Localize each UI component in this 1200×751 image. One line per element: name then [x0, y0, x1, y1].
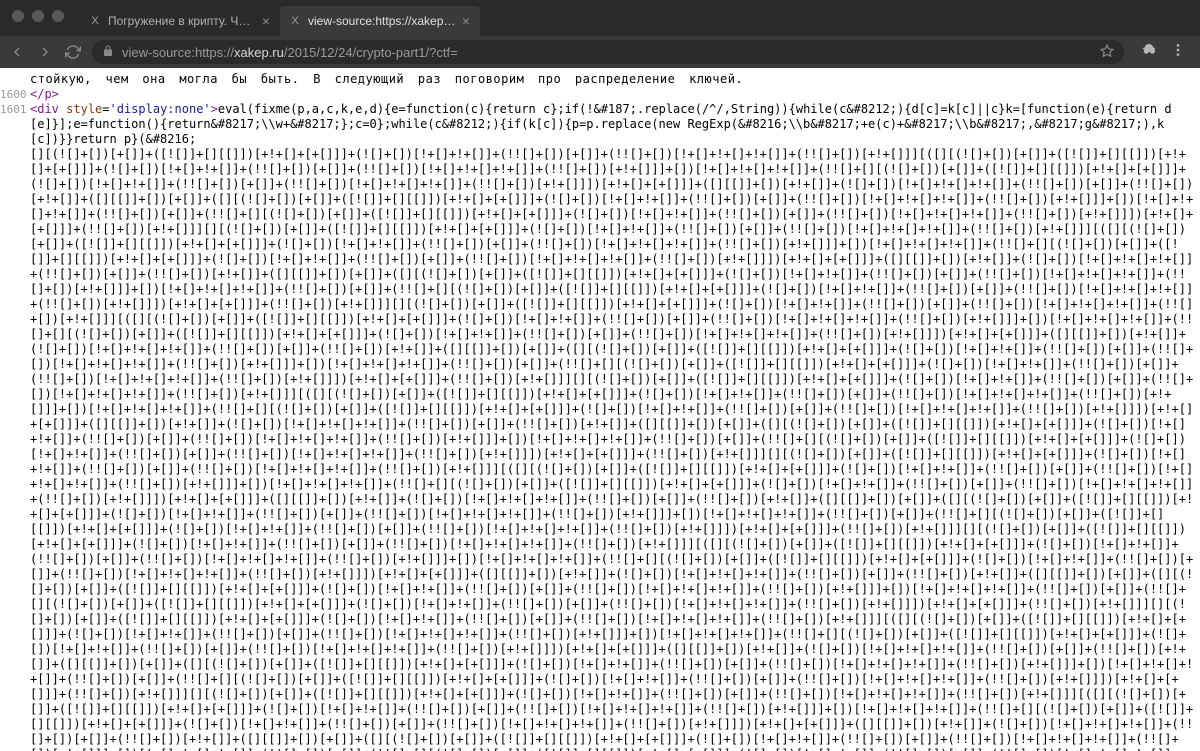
bookmark-star-icon[interactable] — [1100, 44, 1114, 61]
mac-window-controls — [12, 10, 64, 22]
url-host: xakep.ru — [234, 45, 284, 60]
favicon-icon: X — [88, 14, 102, 28]
minimize-window-button[interactable] — [32, 10, 44, 22]
open-tag: <div — [30, 102, 59, 116]
back-button[interactable] — [8, 44, 26, 60]
tabs-container: X Погружение в крипту. Часть × X view-so… — [80, 0, 480, 36]
tab-1[interactable]: X view-source:https://xakep.ru/2 × — [280, 6, 480, 36]
close-tab-icon[interactable]: × — [262, 13, 270, 29]
reload-button[interactable] — [64, 44, 82, 60]
close-window-button[interactable] — [12, 10, 24, 22]
attr-value: 'display:none' — [110, 102, 211, 116]
source-pre-line: стойкую, чем она могла бы быть. В следую… — [0, 72, 1200, 87]
closing-tag: </p> — [30, 87, 59, 101]
tab-0[interactable]: X Погружение в крипту. Часть × — [80, 6, 280, 36]
source-text: </p> — [30, 87, 1200, 102]
tag-end: > — [211, 102, 218, 116]
obfuscated-js-block: [][(![]+[])[+[]]+([![]]+[][[]])[+!+[]+[+… — [0, 147, 1200, 751]
tab-title: view-source:https://xakep.ru/2 — [308, 14, 456, 28]
line-gutter — [0, 72, 30, 87]
url-protocol: https:// — [195, 45, 234, 60]
source-text: стойкую, чем она могла бы быть. В следую… — [30, 72, 1200, 87]
view-source-content: стойкую, чем она могла бы быть. В следую… — [0, 68, 1200, 751]
source-line-1600: 1600 </p> — [0, 87, 1200, 102]
incognito-icon[interactable] — [1140, 41, 1158, 64]
toolbar-right-actions — [1134, 41, 1192, 64]
line-number: 1601 — [0, 102, 30, 147]
url-path: /2015/12/24/crypto-part1/?ctf= — [284, 45, 458, 60]
maximize-window-button[interactable] — [52, 10, 64, 22]
address-bar[interactable]: view-source:https://xakep.ru/2015/12/24/… — [92, 40, 1124, 64]
menu-icon[interactable] — [1170, 42, 1186, 63]
source-text: <div style='display:none'>eval(fixme(p,a… — [30, 102, 1200, 147]
lock-icon — [102, 45, 114, 60]
tab-strip: X Погружение в крипту. Часть × X view-so… — [0, 0, 1200, 36]
url-prefix: view-source: — [122, 45, 195, 60]
browser-toolbar: view-source:https://xakep.ru/2015/12/24/… — [0, 36, 1200, 68]
favicon-icon: X — [288, 14, 302, 28]
source-line-1601: 1601 <div style='display:none'>eval(fixm… — [0, 102, 1200, 147]
tab-title: Погружение в крипту. Часть — [108, 14, 256, 28]
forward-button[interactable] — [36, 44, 54, 60]
close-tab-icon[interactable]: × — [462, 13, 470, 29]
line-number: 1600 — [0, 87, 30, 102]
attr-name: style — [66, 102, 102, 116]
url-text: view-source:https://xakep.ru/2015/12/24/… — [122, 45, 1092, 60]
